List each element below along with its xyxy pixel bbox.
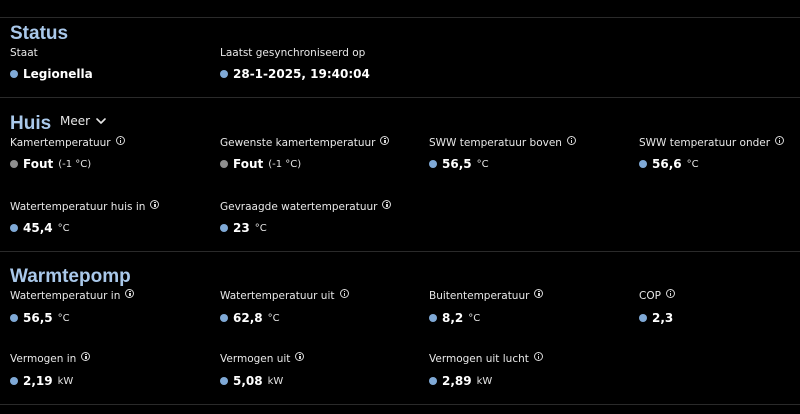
divider-top bbox=[0, 17, 800, 18]
metric-label-vermogen-in: Vermogen in bbox=[10, 351, 91, 365]
metric-value-watertemperatuur-uit: 62,8 °C bbox=[220, 311, 280, 325]
info-icon[interactable] bbox=[115, 135, 125, 145]
info-icon[interactable] bbox=[775, 135, 785, 145]
status-dot bbox=[639, 314, 647, 322]
info-icon[interactable] bbox=[533, 351, 543, 361]
sync-label: Laatst gesynchroniseerd op bbox=[220, 47, 366, 59]
divider-bottom bbox=[0, 404, 800, 405]
metric-value-kamertemperatuur: Fout (-1 °C) bbox=[10, 157, 91, 171]
status-dot bbox=[429, 377, 437, 385]
metric-label-cop: COP bbox=[639, 288, 675, 302]
status-dot bbox=[220, 224, 228, 232]
info-icon[interactable] bbox=[81, 351, 91, 361]
section-title-status: Status bbox=[10, 23, 69, 44]
status-dot bbox=[10, 314, 18, 322]
status-dot bbox=[429, 314, 437, 322]
metric-value-watertemperatuur-in: 56,5 °C bbox=[10, 311, 70, 325]
metric-value-gewenste-kamertemperatuur: Fout (-1 °C) bbox=[220, 157, 301, 171]
status-dot bbox=[639, 160, 647, 168]
metric-value-vermogen-uit: 5,08 kW bbox=[220, 374, 283, 388]
metric-label-vermogen-uit: Vermogen uit bbox=[220, 351, 305, 365]
status-dot bbox=[10, 224, 18, 232]
metric-label-vermogen-uit-lucht: Vermogen uit lucht bbox=[429, 351, 543, 365]
status-dot bbox=[220, 160, 228, 168]
info-icon[interactable] bbox=[382, 199, 392, 209]
metric-value-watertemperatuur-huis-in: 45,4 °C bbox=[10, 221, 70, 235]
divider-huis-warmtepomp bbox=[0, 251, 800, 252]
metric-value-cop: 2,3 bbox=[639, 311, 673, 325]
status-dot bbox=[10, 70, 18, 78]
state-label: Staat bbox=[10, 47, 38, 59]
info-icon[interactable] bbox=[295, 351, 305, 361]
metric-value-gevraagde-watertemperatuur: 23 °C bbox=[220, 221, 267, 235]
more-dropdown[interactable]: Meer bbox=[60, 114, 107, 128]
state-value: Legionella bbox=[10, 67, 93, 81]
metric-label-sww-onder: SWW temperatuur onder bbox=[639, 135, 785, 149]
metric-label-buitentemperatuur: Buitentemperatuur bbox=[429, 288, 544, 302]
metric-value-sww-onder: 56,6 °C bbox=[639, 157, 699, 171]
status-dot bbox=[220, 314, 228, 322]
info-icon[interactable] bbox=[380, 135, 390, 145]
metric-label-sww-boven: SWW temperatuur boven bbox=[429, 135, 576, 149]
sync-value: 28-1-2025, 19:40:04 bbox=[220, 67, 370, 81]
status-dot bbox=[10, 377, 18, 385]
status-dot bbox=[429, 160, 437, 168]
status-dot bbox=[220, 377, 228, 385]
section-title-warmtepomp: Warmtepomp bbox=[10, 266, 131, 287]
metric-label-gewenste-kamertemperatuur: Gewenste kamertemperatuur bbox=[220, 135, 390, 149]
metric-label-gevraagde-watertemperatuur: Gevraagde watertemperatuur bbox=[220, 199, 392, 213]
metric-value-sww-boven: 56,5 °C bbox=[429, 157, 489, 171]
info-icon[interactable] bbox=[125, 288, 135, 298]
divider-status-huis bbox=[0, 97, 800, 98]
metric-value-buitentemperatuur: 8,2 °C bbox=[429, 311, 480, 325]
section-title-huis: Huis bbox=[10, 113, 52, 134]
status-dot bbox=[10, 160, 18, 168]
info-icon[interactable] bbox=[150, 199, 160, 209]
info-icon[interactable] bbox=[339, 288, 349, 298]
metric-label-watertemperatuur-in: Watertemperatuur in bbox=[10, 288, 135, 302]
metric-value-vermogen-in: 2,19 kW bbox=[10, 374, 73, 388]
metric-label-watertemperatuur-huis-in: Watertemperatuur huis in bbox=[10, 199, 160, 213]
info-icon[interactable] bbox=[534, 288, 544, 298]
info-icon[interactable] bbox=[566, 135, 576, 145]
metric-label-watertemperatuur-uit: Watertemperatuur uit bbox=[220, 288, 349, 302]
metric-value-vermogen-uit-lucht: 2,89 kW bbox=[429, 374, 492, 388]
status-dot bbox=[220, 70, 228, 78]
metric-label-kamertemperatuur: Kamertemperatuur bbox=[10, 135, 125, 149]
chevron-down-icon bbox=[96, 118, 106, 124]
info-icon[interactable] bbox=[665, 288, 675, 298]
